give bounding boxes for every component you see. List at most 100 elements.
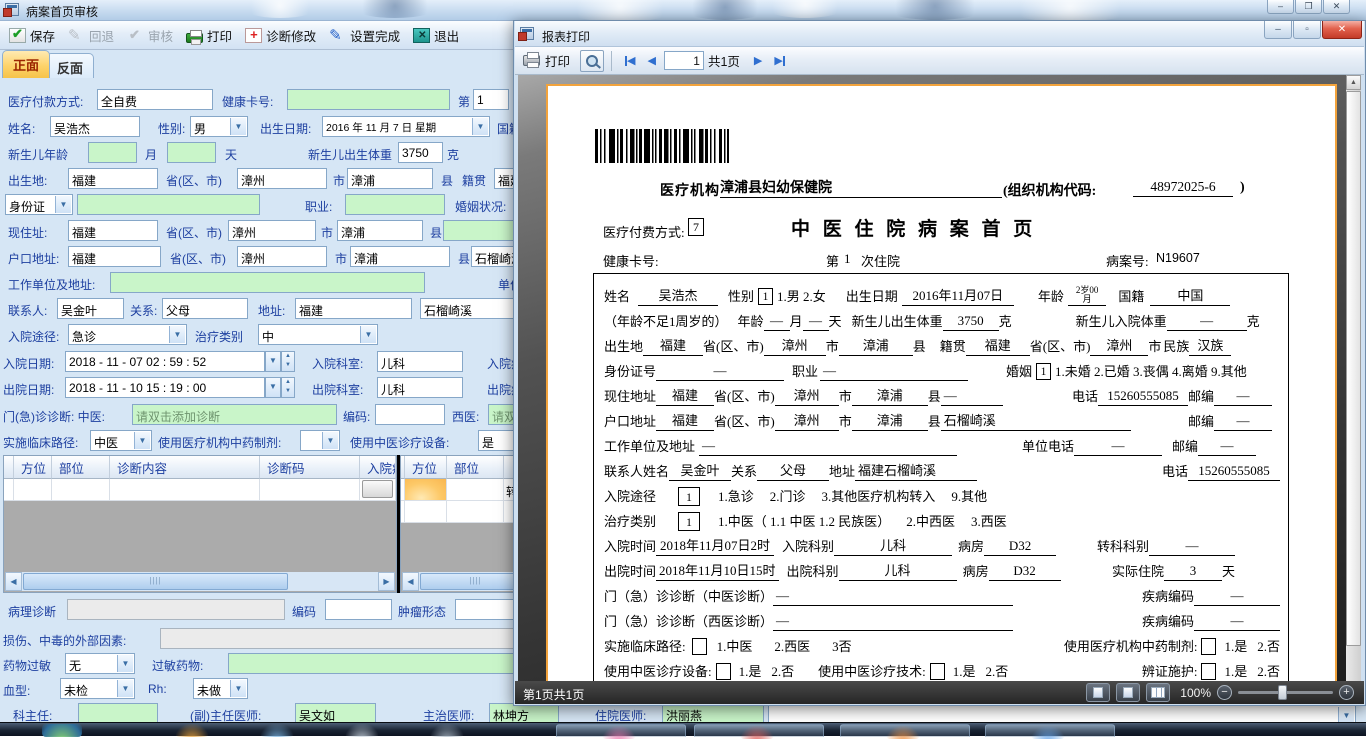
hk-province-field[interactable]: 福建 (68, 246, 161, 267)
tcm-diagnosis-field[interactable]: 请双击添加诊断 (132, 404, 337, 425)
name-field[interactable]: 吴浩杰 (50, 116, 140, 137)
prev-page-button[interactable]: ◀ (647, 54, 655, 67)
birth-county-field[interactable]: 漳浦 (347, 168, 433, 189)
date-spinner[interactable]: ▲ ▼ (281, 377, 295, 398)
chevron-down-icon[interactable]: ▼ (472, 118, 488, 135)
discharge-dept-field[interactable]: 儿科 (377, 377, 463, 398)
continuous-view-icon[interactable] (1116, 683, 1141, 702)
allergy-drug-field[interactable] (228, 653, 518, 674)
tab-back[interactable]: 反面 (46, 53, 95, 78)
multi-page-view-icon[interactable] (1146, 683, 1171, 702)
tab-front[interactable]: 正面 (2, 50, 51, 78)
minimize-icon[interactable]: – (1264, 21, 1292, 39)
print-button[interactable]: 打印 (545, 51, 570, 70)
chevron-down-icon[interactable]: ▼ (230, 680, 246, 697)
admission-path-combo[interactable]: 急诊 ▼ (68, 324, 187, 345)
injury-field[interactable] (160, 628, 518, 649)
print-icon[interactable] (523, 52, 540, 68)
dob-combo[interactable]: 2016 年 11 月 7 日 星期 ▼ (322, 116, 490, 137)
clinical-path-combo[interactable]: 中医 ▼ (90, 430, 152, 451)
scroll-right-icon[interactable]: ▶ (378, 572, 395, 591)
minimize-icon[interactable]: – (1267, 0, 1294, 14)
rh-combo[interactable]: 未做 ▼ (193, 678, 248, 699)
single-page-view-icon[interactable] (1086, 683, 1111, 702)
close-icon[interactable]: ✕ (1323, 0, 1350, 14)
chief-field[interactable] (78, 703, 158, 724)
discharge-date-field[interactable]: 2018 - 11 - 10 15 : 19 : 00 (65, 377, 265, 398)
date-spinner[interactable]: ▲ ▼ (281, 351, 295, 372)
pathology-code-field[interactable] (325, 599, 392, 620)
relation-field[interactable]: 父母 (162, 298, 248, 319)
scroll-left-icon[interactable]: ◀ (402, 572, 419, 591)
birth-city-field[interactable]: 漳州 (237, 168, 327, 189)
birth-province-field[interactable]: 福建 (68, 168, 158, 189)
chevron-down-icon[interactable]: ▼ (265, 377, 281, 398)
preview-vscrollbar[interactable]: ▲ (1346, 75, 1361, 681)
maximize-icon[interactable]: ▫ (1293, 21, 1321, 39)
sex-combo[interactable]: 男 ▼ (190, 116, 248, 137)
chevron-down-icon[interactable]: ▼ (55, 196, 71, 213)
hk-city-field[interactable]: 漳州 (237, 246, 327, 267)
admission-date-field[interactable]: 2018 - 11 - 07 02 : 59 : 52 (65, 351, 265, 372)
zoom-out-icon[interactable]: − (1217, 685, 1232, 700)
magnifier-icon[interactable] (580, 49, 605, 72)
page-number-field[interactable]: 1 (663, 51, 704, 70)
setup-complete-button[interactable]: 设置完成 (326, 24, 406, 47)
print-button[interactable]: 打印 (183, 24, 238, 47)
last-page-button[interactable]: ▶ (774, 54, 785, 67)
chevron-down-icon[interactable]: ▼ (134, 432, 150, 449)
zoom-slider[interactable] (1238, 685, 1333, 700)
cell-button[interactable] (362, 480, 393, 498)
chevron-down-icon[interactable]: ▼ (322, 432, 338, 449)
taskbar[interactable] (0, 722, 1366, 739)
scroll-up-icon[interactable]: ▲ (1346, 75, 1361, 90)
audit-button[interactable]: 审核 (124, 24, 179, 47)
admission-dept-field[interactable]: 儿科 (377, 351, 463, 372)
treatment-type-combo[interactable]: 中 ▼ (258, 324, 378, 345)
hscrollbar[interactable]: ◀ ▶ (5, 572, 395, 591)
attending-field[interactable]: 林坤方 (489, 703, 559, 724)
cur-city-field[interactable]: 漳州 (228, 220, 316, 241)
grid-row[interactable] (4, 479, 396, 501)
chevron-down-icon[interactable]: ▼ (117, 680, 133, 697)
chevron-down-icon[interactable]: ▼ (117, 655, 133, 672)
scroll-left-icon[interactable]: ◀ (5, 572, 22, 591)
resident-field[interactable]: 洪丽燕 (662, 703, 764, 724)
chevron-down-icon[interactable]: ▼ (360, 326, 376, 343)
health-card-field[interactable] (287, 89, 450, 110)
cur-province-field[interactable]: 福建 (68, 220, 158, 241)
allergy-combo[interactable]: 无 ▼ (65, 653, 135, 674)
code-field[interactable] (375, 404, 445, 425)
diagnosis-edit-button[interactable]: 诊断修改 (242, 24, 322, 47)
pay-method-field[interactable]: 全自费 (97, 89, 213, 110)
blood-type-combo[interactable]: 未检 ▼ (60, 678, 135, 699)
id-type-combo[interactable]: 身份证 ▼ (5, 194, 73, 215)
chevron-down-icon[interactable]: ▼ (265, 351, 281, 372)
seq-field[interactable]: 1 (473, 89, 509, 110)
cur-county-field[interactable]: 漳浦 (337, 220, 423, 241)
chevron-down-icon[interactable]: ▼ (169, 326, 185, 343)
next-page-button[interactable]: ▶ (754, 54, 762, 67)
contact-field[interactable]: 吴金叶 (57, 298, 124, 319)
job-field[interactable] (345, 194, 445, 215)
newborn-weight-field[interactable]: 3750 (398, 142, 443, 163)
restore-icon[interactable]: ❐ (1295, 0, 1322, 14)
newborn-age-day-field[interactable] (167, 142, 216, 163)
undo-button[interactable]: 回退 (65, 24, 120, 47)
exit-button[interactable]: 退出 (410, 24, 465, 47)
newborn-age-month-field[interactable] (88, 142, 137, 163)
zoom-slider-thumb[interactable] (1278, 685, 1287, 700)
work-unit-field[interactable] (110, 272, 425, 293)
zoom-in-icon[interactable]: + (1339, 685, 1354, 700)
scroll-thumb[interactable] (1346, 91, 1361, 646)
close-icon[interactable]: ✕ (1322, 21, 1362, 39)
pathology-diag-field[interactable] (67, 599, 285, 620)
chevron-down-icon[interactable]: ▼ (230, 118, 246, 135)
id-number-field[interactable] (77, 194, 260, 215)
deputy-field[interactable]: 吴文如 (295, 703, 376, 724)
save-button[interactable]: 保存 (6, 24, 61, 47)
herbal-combo[interactable]: ▼ (300, 430, 340, 451)
contact-address-field[interactable]: 福建 (295, 298, 412, 319)
hscrollbar[interactable]: ◀ (402, 572, 531, 591)
first-page-button[interactable]: ◀ (625, 54, 635, 67)
